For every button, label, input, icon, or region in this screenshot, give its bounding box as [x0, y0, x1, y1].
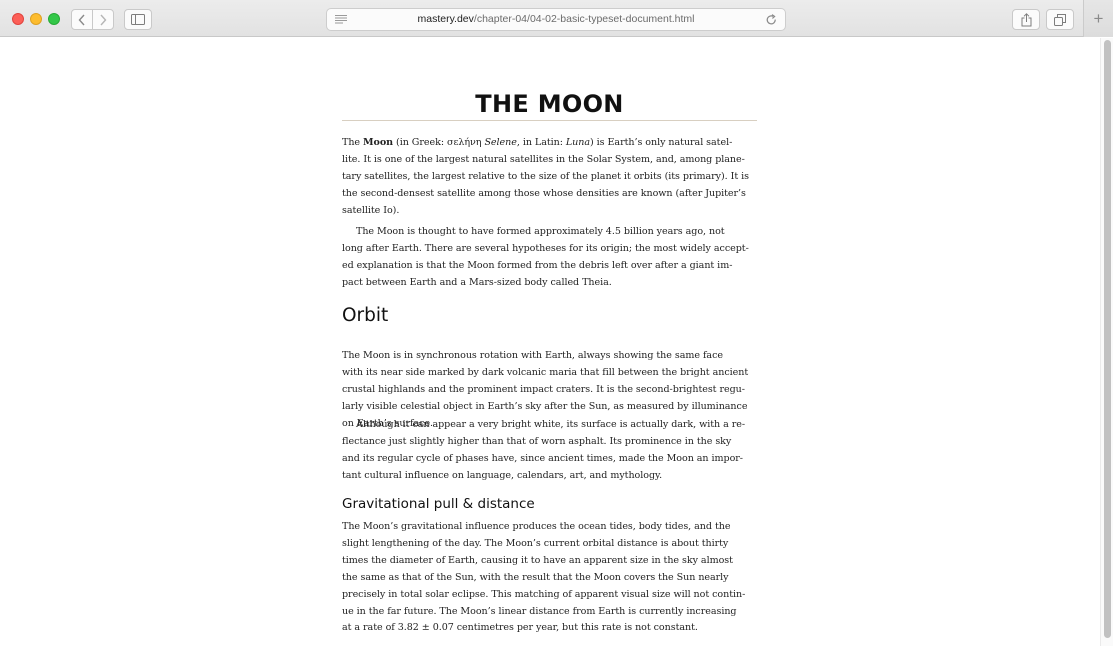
chevron-left-icon — [78, 14, 85, 25]
paragraph-line: The Moon’s gravitational influence produ… — [342, 521, 731, 532]
reader-icon[interactable] — [335, 15, 347, 24]
text-run: The — [342, 137, 364, 148]
browser-window: mastery.dev/chapter-04/04-02-basic-types… — [0, 0, 1113, 646]
paragraph-line: larly visible celestial object in Earth’… — [342, 400, 748, 412]
vertical-scrollbar[interactable] — [1100, 38, 1113, 646]
browser-toolbar: mastery.dev/chapter-04/04-02-basic-types… — [0, 0, 1113, 37]
url-path: /chapter-04/04-02-basic-typeset-document… — [473, 13, 695, 25]
tabs-overview-button[interactable] — [1046, 9, 1074, 30]
paragraph-line: precisely in total solar eclipse. This m… — [342, 588, 746, 600]
text-run: ) is Earth’s only natural satel- — [590, 137, 733, 148]
close-window-button[interactable] — [12, 13, 24, 25]
paragraph-line: ed explanation is that the Moon formed f… — [342, 259, 733, 271]
text-run: , in Latin: — [516, 137, 566, 148]
paragraph-line: the same as that of the Sun, with the re… — [342, 571, 729, 583]
paragraph-line: flectance just slightly higher than that… — [342, 435, 732, 447]
paragraph-line: tant cultural influence on language, cal… — [342, 469, 663, 481]
paragraph-line: and its regular cycle of phases have, si… — [342, 452, 743, 464]
title-divider — [342, 120, 757, 121]
paragraph-line: tary satellites, the largest relative to… — [342, 170, 749, 182]
page-title: THE MOON — [475, 90, 624, 118]
chevron-right-icon — [100, 14, 107, 25]
share-icon — [1021, 12, 1031, 26]
subsection-heading-gravity: Gravitational pull & distance — [342, 496, 535, 512]
paragraph-line: pact between Earth and a Mars-sized body… — [342, 276, 612, 288]
paragraph-line: the second-densest satellite among those… — [342, 187, 746, 199]
plus-icon: + — [1093, 8, 1104, 28]
sidebar-toggle-button[interactable] — [124, 9, 152, 30]
gravity-paragraph-1: The Moon’s gravitational influence produ… — [342, 519, 757, 637]
italic-term: Selene — [484, 137, 517, 148]
tabs-overview-icon — [1054, 13, 1066, 26]
paragraph-line: lite. It is one of the largest natural s… — [342, 153, 745, 165]
text-run: (in Greek: σελήνη — [393, 137, 485, 148]
intro-paragraph-2: The Moon is thought to have formed appro… — [342, 224, 757, 292]
paragraph-line: times the diameter of Earth, causing it … — [342, 554, 733, 566]
zoom-window-button[interactable] — [48, 13, 60, 25]
paragraph-line: The Moon is in synchronous rotation with… — [342, 350, 723, 361]
scrollbar-thumb[interactable] — [1104, 40, 1111, 638]
url-text[interactable]: mastery.dev/chapter-04/04-02-basic-types… — [357, 9, 755, 30]
section-heading-orbit: Orbit — [342, 305, 389, 326]
page-content: THE MOON The Moon (in Greek: σελήνη Sele… — [0, 38, 1099, 646]
reload-icon[interactable] — [766, 14, 777, 26]
address-bar[interactable]: mastery.dev/chapter-04/04-02-basic-types… — [326, 8, 786, 31]
italic-term: Luna — [565, 137, 591, 148]
back-button[interactable] — [71, 9, 93, 30]
paragraph-line: at a rate of 3.82 ± 0.07 centimetres per… — [342, 622, 698, 634]
paragraph-line: satellite Io). — [342, 204, 400, 216]
paragraph-line: crustal highlands and the prominent impa… — [342, 383, 745, 395]
sidebar-icon — [131, 14, 145, 25]
paragraph-line: long after Earth. There are several hypo… — [342, 242, 749, 254]
paragraph-line: The Moon (in Greek: σελήνη Selene, in La… — [342, 135, 757, 152]
paragraph-line: slight lengthening of the day. The Moon’… — [342, 537, 729, 549]
forward-button[interactable] — [92, 9, 114, 30]
paragraph-line: Although it can appear a very bright whi… — [356, 419, 746, 430]
paragraph-line: ue in the far future. The Moon’s linear … — [342, 605, 737, 617]
url-host: mastery.dev — [417, 13, 474, 25]
paragraph-line: with its near side marked by dark volcan… — [342, 366, 749, 378]
intro-paragraph-1: The Moon (in Greek: σελήνη Selene, in La… — [342, 135, 757, 220]
bold-term: Moon — [363, 137, 394, 148]
paragraph-line: The Moon is thought to have formed appro… — [356, 226, 725, 237]
new-tab-button[interactable]: + — [1083, 0, 1113, 37]
orbit-paragraph-2: Although it can appear a very bright whi… — [342, 417, 757, 485]
share-button[interactable] — [1012, 9, 1040, 30]
minimize-window-button[interactable] — [30, 13, 42, 25]
